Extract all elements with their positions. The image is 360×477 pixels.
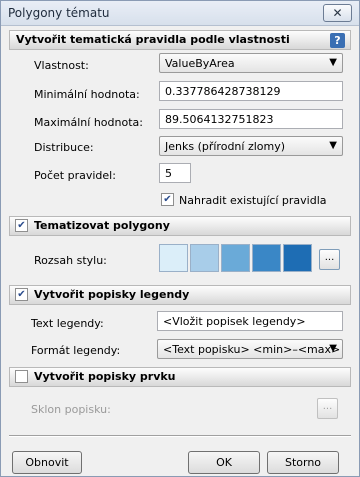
chevron-down-icon: ▼	[329, 140, 337, 151]
style-swatch-3[interactable]	[221, 244, 250, 272]
polygons-checkbox[interactable]: ✔	[15, 219, 28, 232]
min-value-label: Minimální hodnota:	[34, 88, 140, 101]
section-rules-header: Vytvořit tematická pravidla podle vlastn…	[9, 30, 351, 50]
style-swatch-5[interactable]	[283, 244, 312, 272]
section-feature-labels-title: Vytvořit popisky prvku	[34, 370, 176, 383]
style-swatch-2[interactable]	[190, 244, 219, 272]
property-select-value: ValueByArea	[165, 57, 235, 70]
replace-rules-label: Nahradit existující pravidla	[179, 194, 327, 207]
style-swatch-1[interactable]	[159, 244, 188, 272]
window-title: Polygony tématu	[8, 6, 110, 20]
replace-rules-checkbox[interactable]: ✔	[161, 193, 174, 206]
max-value-field[interactable]: 89.5064132751823	[159, 109, 343, 129]
legend-format-value: <Text popisku> <min>–<max>	[163, 343, 341, 356]
help-icon[interactable]: ?	[330, 33, 345, 48]
label-angle-label: Sklon popisku:	[31, 403, 111, 416]
style-range-browse-button[interactable]: ...	[319, 249, 340, 270]
section-legend-header: ✔ Vytvořit popisky legendy	[9, 285, 351, 305]
chevron-down-icon: ▼	[329, 343, 337, 354]
section-feature-labels-header: Vytvořit popisky prvku	[9, 367, 351, 387]
cancel-button[interactable]: Storno	[267, 451, 339, 474]
distribution-select-value: Jenks (přírodní zlomy)	[165, 140, 286, 153]
property-label: Vlastnost:	[34, 59, 89, 72]
section-polygons-title: Tematizovat polygony	[34, 219, 170, 232]
min-value-field[interactable]: 0.337786428738129	[159, 81, 343, 101]
section-polygons-header: ✔ Tematizovat polygony	[9, 216, 351, 236]
legend-format-label: Formát legendy:	[31, 344, 121, 357]
close-button[interactable]: ✕	[323, 4, 352, 22]
close-icon: ✕	[332, 6, 343, 20]
footer-separator	[9, 435, 351, 437]
style-range-label: Rozsah stylu:	[34, 254, 107, 267]
feature-labels-checkbox[interactable]	[15, 370, 28, 383]
property-select[interactable]: ValueByArea ▼	[159, 53, 343, 73]
title-bar: Polygony tématu ✕	[1, 1, 359, 26]
refresh-button[interactable]: Obnovit	[12, 451, 82, 474]
chevron-down-icon: ▼	[329, 57, 337, 68]
style-swatch-4[interactable]	[252, 244, 281, 272]
rule-count-label: Počet pravidel:	[34, 169, 116, 182]
dialog-window: Polygony tématu ✕ Vytvořit tematická pra…	[0, 0, 360, 477]
legend-format-select[interactable]: <Text popisku> <min>–<max> ▼	[157, 339, 343, 359]
legend-text-label: Text legendy:	[31, 317, 104, 330]
ok-button[interactable]: OK	[188, 451, 260, 474]
distribution-label: Distribuce:	[34, 141, 94, 154]
section-rules-title: Vytvořit tematická pravidla podle vlastn…	[16, 33, 290, 46]
label-angle-browse-button[interactable]: ...	[317, 398, 338, 419]
legend-text-field[interactable]: <Vložit popisek legendy>	[157, 311, 343, 331]
distribution-select[interactable]: Jenks (přírodní zlomy) ▼	[159, 136, 343, 156]
rule-count-field[interactable]: 5	[159, 163, 191, 183]
legend-checkbox[interactable]: ✔	[15, 288, 28, 301]
section-legend-title: Vytvořit popisky legendy	[34, 288, 190, 301]
max-value-label: Maximální hodnota:	[34, 116, 143, 129]
